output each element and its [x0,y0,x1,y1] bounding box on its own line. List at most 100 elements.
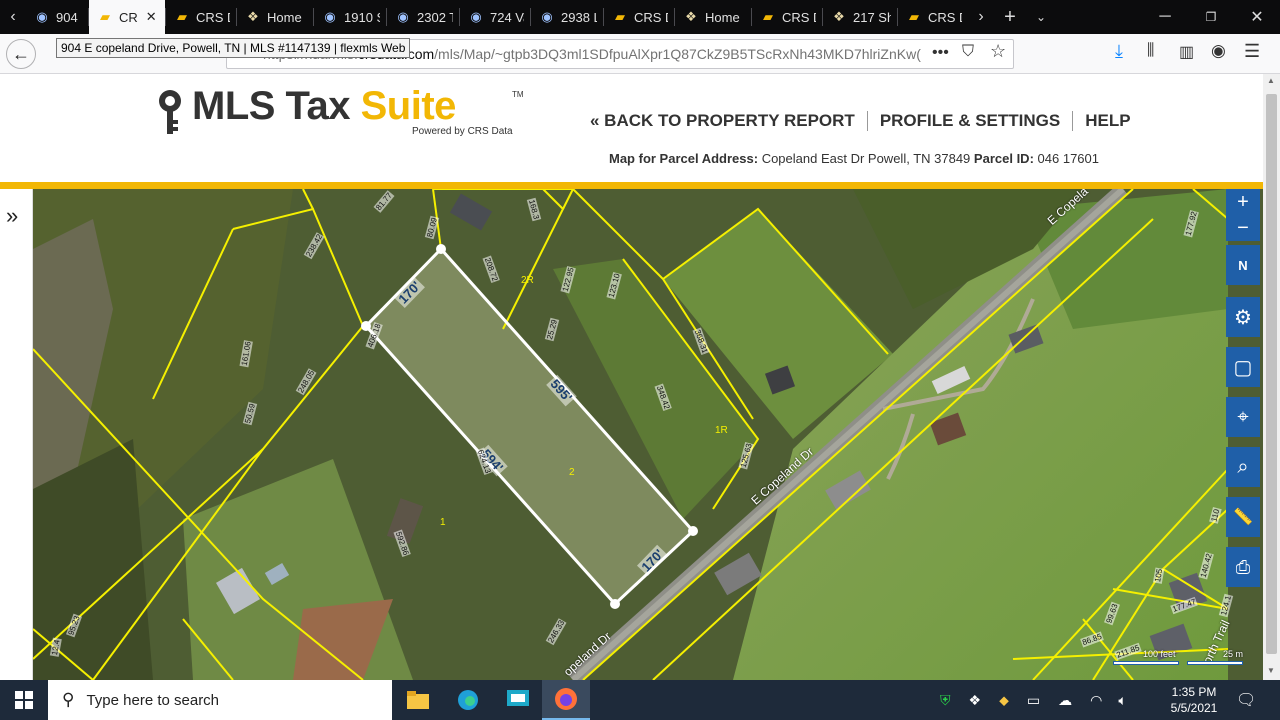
scroll-thumb[interactable] [1266,94,1277,654]
notifications-icon[interactable]: 🗨︎ [1236,690,1256,710]
taskbar-clock[interactable]: 1:35 PM 5/5/2021 [1160,684,1228,716]
list-tabs-icon[interactable]: ⌄ [1026,10,1056,24]
top-nav: « BACK TO PROPERTY REPORT PROFILE & SETT… [590,111,1131,131]
back-to-report-link[interactable]: « BACK TO PROPERTY REPORT [590,111,855,131]
parcel-id: 046 17601 [1037,151,1099,166]
pocket-icon[interactable]: ⛉ [962,43,974,61]
close-window-icon[interactable]: ✕ [1234,7,1280,27]
bookmark-star-icon[interactable]: ☆ [990,41,1006,62]
browser-tab[interactable]: ◉ 2302 T [387,0,459,34]
sidebar-toggle-icon[interactable]: ▥ [1179,42,1194,62]
locate-crosshair-icon[interactable]: ⌖ [1226,397,1260,437]
browser-tab[interactable]: ❖ Home [675,0,751,34]
tab-title: CRS D [782,9,816,25]
tab-title: Home [267,9,302,25]
scroll-up-icon[interactable]: ▲ [1267,76,1275,85]
system-tray: ⛨ ❖ ⬥ ▭ ☁ ◠ 🔈︎ [940,680,1127,720]
browser-tab[interactable]: ❖ Home [237,0,313,34]
crs-icon: ▰ [615,9,625,24]
nav-divider [866,111,868,131]
firefox-icon[interactable] [542,680,590,720]
browser-tab[interactable]: ◉ 1910 S [314,0,386,34]
edge-browser-icon[interactable] [444,680,492,720]
home-icon: ❖ [833,9,845,24]
tab-tooltip: 904 E copeland Drive, Powell, TN | MLS #… [56,38,411,58]
crs-icon: ▰ [763,9,773,24]
library-icon[interactable]: ⫼ [1147,42,1154,60]
home-icon: ❖ [685,9,697,24]
security-shield-icon[interactable]: ⛨ [940,692,951,709]
settings-gear-icon[interactable]: ⚙ [1226,297,1260,337]
compass-north-icon[interactable]: N [1226,245,1260,285]
browser-tab[interactable]: ▰ CRS D [898,0,968,34]
parcel-address-label: Map for Parcel Address: [609,151,759,166]
zoom-in-icon[interactable]: + [1226,189,1260,215]
windows-taskbar: ⚲ Type here to search ⛨ ❖ ⬥ ▭ ☁ ◠ 🔈︎ 1:3… [0,680,1280,720]
account-icon[interactable]: ◉ [1211,41,1226,61]
page-actions-icon[interactable]: ••• [932,44,949,62]
map-side-panel: » [0,189,33,680]
tab-title: CR [119,9,138,25]
tray-app-icon[interactable]: ⬥ [999,692,1009,709]
browser-tab[interactable]: ▰ CR ✕ [89,0,165,34]
key-icon [159,90,181,134]
map-toolbar: + − N ⚙ ▢ ⌖ ⌕ 📏 ⎙ [1226,189,1260,680]
browser-tab-bar: ‹ ◉ 904 E ▰ CR ✕ ▰ CRS D ❖ Home ◉ 1910 S ◉ 2302 T ◉ 72… [0,0,1280,34]
menu-icon[interactable]: ☰ [1244,41,1260,62]
lot-label-2: 2 [569,467,575,478]
help-link[interactable]: HELP [1085,111,1130,131]
flexmls-icon: ◉ [324,9,336,24]
crs-icon: ▰ [177,9,187,24]
expand-panel-icon[interactable]: » [6,203,18,229]
browser-tab[interactable]: ◉ 2938 L [531,0,603,34]
select-area-icon[interactable]: ▢ [1226,347,1260,387]
logo-trademark: TM [512,90,524,99]
powered-by: Powered by CRS Data [412,126,513,137]
clock-date: 5/5/2021 [1170,701,1218,715]
browser-tab[interactable]: ❖ 217 Sh [823,0,897,34]
minimize-icon[interactable]: ─ [1142,8,1188,26]
tab-scroll-right-icon[interactable]: › [968,8,994,26]
aerial-map[interactable]: 170' 595' 594' 170' 2R 1R 2 1 E Copela E… [33,189,1263,680]
wifi-icon[interactable]: ◠ [1090,692,1102,709]
browser-tab[interactable]: ◉ 724 Va [460,0,530,34]
browser-tab[interactable]: ▰ CRS D [604,0,674,34]
close-tab-icon[interactable]: ✕ [146,9,157,25]
page-scrollbar[interactable]: ▲ ▼ [1263,74,1280,680]
scale-bar-feet [1113,661,1179,665]
taskbar-search-box[interactable]: ⚲ Type here to search [48,680,392,720]
tab-title: 904 E [56,9,82,25]
browser-tab[interactable]: ◉ 904 E [26,0,88,34]
measure-ruler-icon[interactable]: 📏 [1226,497,1260,537]
tab-title: 2302 T [417,9,453,25]
volume-icon[interactable]: 🔈︎ [1118,692,1126,709]
remote-app-icon[interactable] [494,680,542,720]
crs-icon: ▰ [100,9,110,24]
scroll-down-icon[interactable]: ▼ [1267,666,1275,675]
nav-divider [1072,111,1074,131]
browser-tab[interactable]: ▰ CRS D [752,0,822,34]
onedrive-off-icon[interactable]: ☁ [1058,692,1072,709]
windows-start-icon[interactable] [0,680,48,720]
tab-title: 724 Va [490,9,524,25]
downloads-icon[interactable]: ⤓ [1115,41,1123,62]
home-icon: ❖ [247,9,259,24]
tab-scroll-left-icon[interactable]: ‹ [0,8,26,26]
search-magnifier-icon: ⚲ [62,690,75,709]
map-canvas[interactable] [33,189,1263,680]
battery-icon[interactable]: ▭ [1027,692,1040,709]
zoom-out-icon[interactable]: − [1226,215,1260,241]
lot-label-1: 1 [440,517,446,528]
file-explorer-icon[interactable] [394,680,442,720]
browser-tab[interactable]: ▰ CRS D [166,0,236,34]
dropbox-icon[interactable]: ❖ [969,692,982,709]
search-icon[interactable]: ⌕ [1226,447,1260,487]
back-icon[interactable]: ← [6,39,36,69]
profile-settings-link[interactable]: PROFILE & SETTINGS [880,111,1060,131]
new-tab-icon[interactable]: + [994,6,1026,29]
lot-label-2r: 2R [521,275,534,286]
print-icon[interactable]: ⎙ [1226,547,1260,587]
logo-suite: Suite [360,84,457,128]
restore-icon[interactable]: ❐ [1188,10,1234,24]
site-logo[interactable]: MLS Tax Suite TM Powered by CRS Data [156,84,524,137]
